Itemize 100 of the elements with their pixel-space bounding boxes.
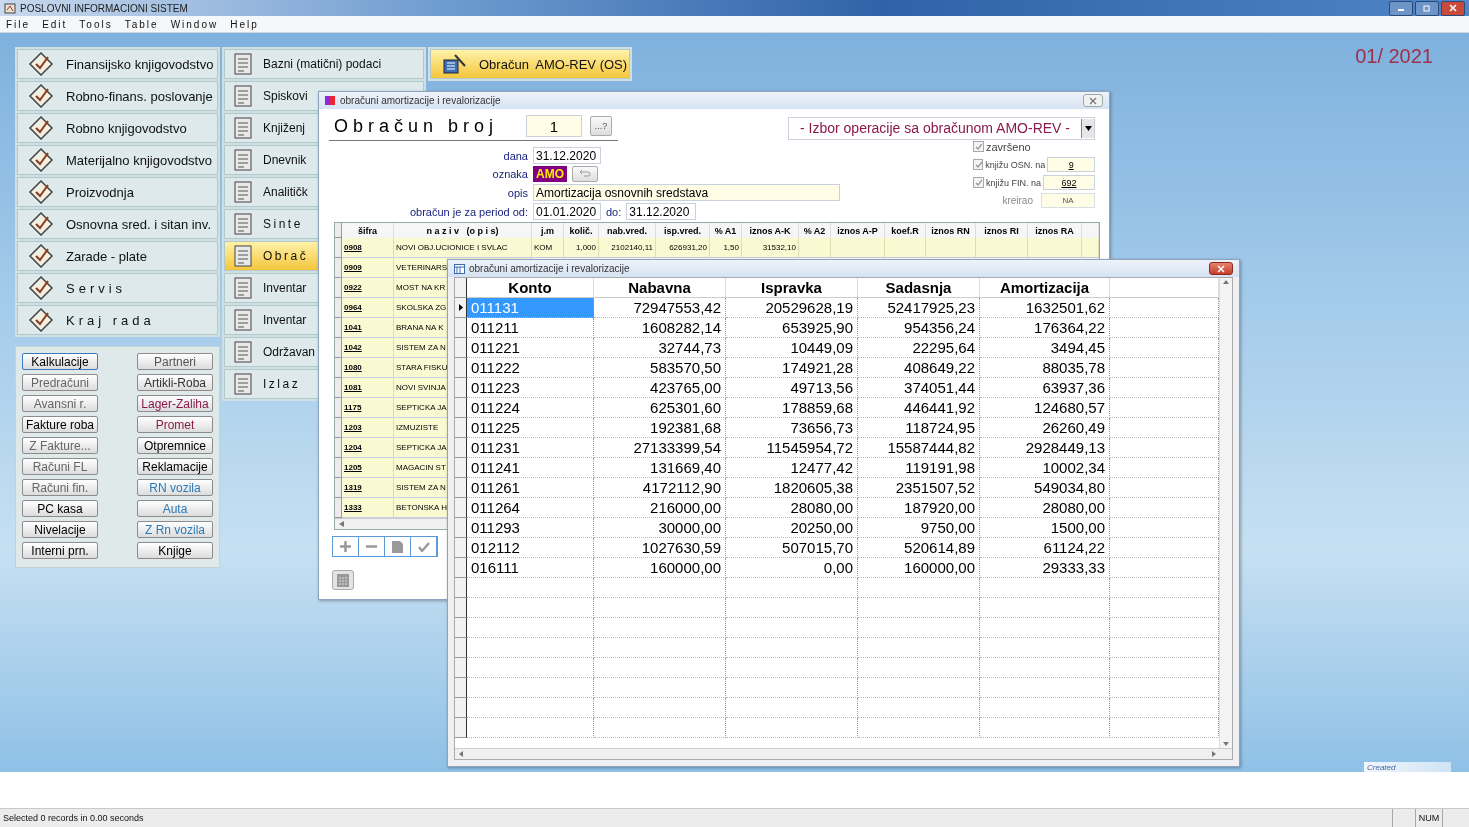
table-cell: 520614,89 bbox=[858, 538, 980, 558]
menu-tile-label: Izlaz bbox=[263, 377, 301, 391]
table-cell: 119191,98 bbox=[858, 458, 980, 478]
menu-tile-label: Kraj rada bbox=[66, 312, 155, 328]
table-cell: 176364,22 bbox=[980, 318, 1110, 338]
menu-tile-label: Robno knjigovodstvo bbox=[66, 120, 187, 136]
table-cell: 88035,78 bbox=[980, 358, 1110, 378]
table-cell: 1175 bbox=[342, 398, 394, 418]
field-label: oznaka bbox=[491, 168, 528, 180]
table-cell: 10449,09 bbox=[726, 338, 858, 358]
table-cell: 29333,33 bbox=[980, 558, 1110, 578]
table-cell: 1,000 bbox=[564, 238, 599, 258]
table-cell: 187920,00 bbox=[858, 498, 980, 518]
table-cell: 28080,00 bbox=[980, 498, 1110, 518]
checkbox-label: završeno bbox=[986, 140, 1031, 153]
field-label: dana bbox=[502, 149, 528, 162]
table-cell: 011231 bbox=[467, 438, 594, 458]
menu-tile-label: Bazni (matični) podaci bbox=[263, 57, 382, 71]
menu-tile-label: Materijalno knjigovodstvo bbox=[66, 152, 212, 168]
table-cell: 131669,40 bbox=[594, 458, 726, 478]
table-cell: 2351507,52 bbox=[858, 478, 980, 498]
table-cell: 011223 bbox=[467, 378, 594, 398]
table-cell: 30000,00 bbox=[594, 518, 726, 538]
table-cell: 9750,00 bbox=[858, 518, 980, 538]
table-cell: 10002,34 bbox=[980, 458, 1110, 478]
table-cell: 653925,90 bbox=[726, 318, 858, 338]
table-cell: 0964 bbox=[342, 298, 394, 318]
checkbox-label: knjižu FIN. na bbox=[986, 177, 1042, 188]
table-cell: 192381,68 bbox=[594, 418, 726, 438]
menu-tile-label: Obračun AMO-REV (OS) bbox=[479, 56, 628, 72]
menu-tile-label: Analitičk bbox=[263, 185, 308, 199]
menu-tile-label: Dnevnik bbox=[263, 153, 307, 167]
calculation-heading: Obračun broj bbox=[334, 115, 500, 137]
window-title: POSLOVNI INFORMACIONI SISTEM bbox=[20, 2, 188, 14]
table-cell: 011225 bbox=[467, 418, 594, 438]
table-cell: KOM bbox=[532, 238, 564, 258]
table-cell: 0,00 bbox=[726, 558, 858, 578]
table-cell: 408649,22 bbox=[858, 358, 980, 378]
field-label: opis bbox=[506, 186, 528, 199]
table-cell: 4172112,90 bbox=[594, 478, 726, 498]
table-cell: 1081 bbox=[342, 378, 394, 398]
table-cell: 1333 bbox=[342, 498, 394, 518]
table-cell: 626931,20 bbox=[656, 238, 710, 258]
table-cell: 1500,00 bbox=[980, 518, 1110, 538]
table-cell: 1041 bbox=[342, 318, 394, 338]
table-cell: 20250,00 bbox=[726, 518, 858, 538]
table-cell: 12477,42 bbox=[726, 458, 858, 478]
table-cell: 423765,00 bbox=[594, 378, 726, 398]
table-cell: 011221 bbox=[467, 338, 594, 358]
table-cell: 1042 bbox=[342, 338, 394, 358]
table-cell: 61124,22 bbox=[980, 538, 1110, 558]
table-cell: NOVI OBJ.UCIONICE I SVLAC bbox=[394, 238, 532, 258]
table-cell: 52417925,23 bbox=[858, 298, 980, 318]
table-cell: 118724,95 bbox=[858, 418, 980, 438]
table-cell: 011211 bbox=[467, 318, 594, 338]
table-cell: 28080,00 bbox=[726, 498, 858, 518]
field-label: kreirao bbox=[1002, 195, 1034, 206]
table-cell: 374051,44 bbox=[858, 378, 980, 398]
table-cell: 016111 bbox=[467, 558, 594, 578]
table-cell: 32744,73 bbox=[594, 338, 726, 358]
table-cell: 583570,50 bbox=[594, 358, 726, 378]
table-cell: 22295,64 bbox=[858, 338, 980, 358]
dialog-title: obračuni amortizacije i revalorizacije bbox=[340, 95, 501, 106]
menu-tile-label: Inventar bbox=[263, 313, 307, 327]
table-cell: 1,50 bbox=[710, 238, 742, 258]
table-cell: 1319 bbox=[342, 478, 394, 498]
table-cell: 446441,92 bbox=[858, 398, 980, 418]
menu-tile-label: Osnovna sred. i sitan inv. bbox=[66, 216, 211, 232]
table-cell: 20529628,19 bbox=[726, 298, 858, 318]
creator-field: NA bbox=[1041, 193, 1095, 208]
table-cell: 160000,00 bbox=[858, 558, 980, 578]
status-message: Selected 0 records in 0.00 seconds bbox=[2, 812, 145, 825]
period-label: 01/ 2021 bbox=[1355, 45, 1433, 68]
table-cell: 011224 bbox=[467, 398, 594, 418]
menu-tile-label: Finansijsko knjigovodstvo bbox=[66, 56, 214, 72]
menu-tile-label: Zarade - plate bbox=[66, 248, 147, 264]
menu-tile-label: Servis bbox=[66, 280, 127, 296]
table-cell: 3494,45 bbox=[980, 338, 1110, 358]
table-cell: 63937,36 bbox=[980, 378, 1110, 398]
table-cell: 1608282,14 bbox=[594, 318, 726, 338]
table-cell: 31532,10 bbox=[742, 238, 799, 258]
table-cell: 1080 bbox=[342, 358, 394, 378]
table-cell: 174921,28 bbox=[726, 358, 858, 378]
table-cell: 011241 bbox=[467, 458, 594, 478]
table-cell: 011264 bbox=[467, 498, 594, 518]
table-cell: 73656,73 bbox=[726, 418, 858, 438]
menu-tile-label: Inventar bbox=[263, 281, 307, 295]
menu-tile-label: Proizvodnja bbox=[66, 184, 134, 200]
table-cell: 178859,68 bbox=[726, 398, 858, 418]
table-cell: 954356,24 bbox=[858, 318, 980, 338]
table-cell: 011261 bbox=[467, 478, 594, 498]
menu-tile-label: Održavan bbox=[263, 345, 316, 359]
table-cell: 216000,00 bbox=[594, 498, 726, 518]
num-lock-indicator: NUM bbox=[1415, 809, 1442, 827]
table-cell: 011222 bbox=[467, 358, 594, 378]
menu-tile-label: Robno-finans. poslovanje bbox=[66, 88, 213, 104]
table-cell: 15587444,82 bbox=[858, 438, 980, 458]
table-cell: 0909 bbox=[342, 258, 394, 278]
checkbox-label: knjižu OSN. na bbox=[985, 159, 1046, 170]
table-cell: 549034,80 bbox=[980, 478, 1110, 498]
